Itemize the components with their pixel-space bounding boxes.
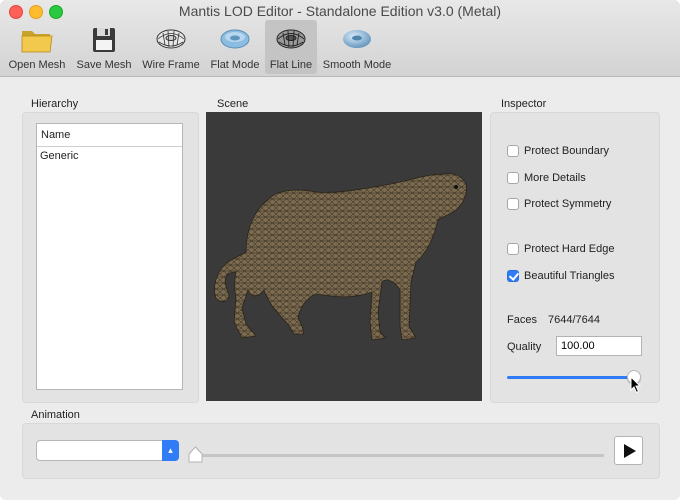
animation-title: Animation: [31, 409, 80, 421]
flat-mode-button[interactable]: Flat Mode: [206, 20, 264, 74]
animation-timeline-track[interactable]: [196, 454, 604, 457]
wire-frame-label: Wire Frame: [142, 59, 200, 71]
checkbox-box[interactable]: [507, 172, 519, 185]
smooth-torus-icon: [343, 30, 371, 48]
open-mesh-button[interactable]: Open Mesh: [4, 20, 70, 74]
scene-viewport[interactable]: [206, 112, 482, 401]
title-bar: Mantis LOD Editor - Standalone Edition v…: [0, 0, 680, 77]
checkbox-box[interactable]: [507, 243, 519, 256]
checkbox-label: Protect Boundary: [524, 145, 609, 158]
flat-line-torus-icon: [276, 29, 306, 49]
wireframe-torus-icon: [156, 29, 186, 49]
quality-input[interactable]: [556, 336, 642, 356]
hierarchy-list[interactable]: Name Generic: [36, 123, 183, 390]
inspector-title: Inspector: [501, 98, 547, 110]
checkbox-label: Beautiful Triangles: [524, 270, 615, 283]
faces-value: 7644/7644: [548, 314, 601, 326]
flat-torus-icon: [220, 29, 250, 49]
more-details-checkbox[interactable]: More Details: [507, 171, 586, 187]
mouse-cursor-icon: [630, 376, 642, 394]
flat-line-label: Flat Line: [269, 59, 313, 71]
app-window: Mantis LOD Editor - Standalone Edition v…: [0, 0, 680, 500]
animation-select[interactable]: ▴: [36, 440, 179, 461]
play-button[interactable]: [614, 436, 643, 465]
hierarchy-row[interactable]: Generic: [37, 147, 182, 165]
scene-title: Scene: [217, 98, 249, 110]
flat-mode-label: Flat Mode: [210, 59, 260, 71]
flat-line-button[interactable]: Flat Line: [265, 20, 317, 74]
animation-timeline-knob[interactable]: [188, 446, 203, 463]
checkbox-label: Protect Hard Edge: [524, 243, 615, 256]
checkbox-box[interactable]: [507, 198, 519, 211]
checkbox-label: Protect Symmetry: [524, 198, 612, 211]
quality-label: Quality: [507, 341, 542, 353]
faces-readout: Faces 7644/7644: [507, 314, 600, 326]
faces-label: Faces: [507, 314, 537, 326]
hierarchy-name-column-header[interactable]: Name: [37, 124, 182, 147]
checkbox-box[interactable]: [507, 145, 519, 158]
floppy-disk-icon: [93, 28, 115, 52]
quality-slider-track[interactable]: [507, 376, 633, 379]
beautiful-triangles-checkbox[interactable]: Beautiful Triangles: [507, 269, 615, 285]
protect-hard-edge-checkbox[interactable]: Protect Hard Edge: [507, 242, 615, 258]
smooth-mode-label: Smooth Mode: [322, 59, 392, 71]
mesh-model-cheetah: [214, 173, 467, 341]
open-mesh-label: Open Mesh: [8, 59, 66, 71]
folder-icon: [21, 31, 53, 53]
smooth-mode-button[interactable]: Smooth Mode: [318, 20, 396, 74]
chevron-updown-icon[interactable]: ▴: [162, 440, 179, 461]
protect-symmetry-checkbox[interactable]: Protect Symmetry: [507, 197, 611, 213]
save-mesh-button[interactable]: Save Mesh: [72, 20, 136, 74]
protect-boundary-checkbox[interactable]: Protect Boundary: [507, 144, 609, 160]
checkbox-label: More Details: [524, 172, 586, 185]
hierarchy-title: Hierarchy: [31, 98, 79, 110]
save-mesh-label: Save Mesh: [76, 59, 132, 71]
checkbox-box-checked[interactable]: [507, 270, 519, 283]
wire-frame-button[interactable]: Wire Frame: [139, 20, 203, 74]
window-title: Mantis LOD Editor - Standalone Edition v…: [178, 3, 502, 19]
play-icon: [624, 444, 636, 458]
